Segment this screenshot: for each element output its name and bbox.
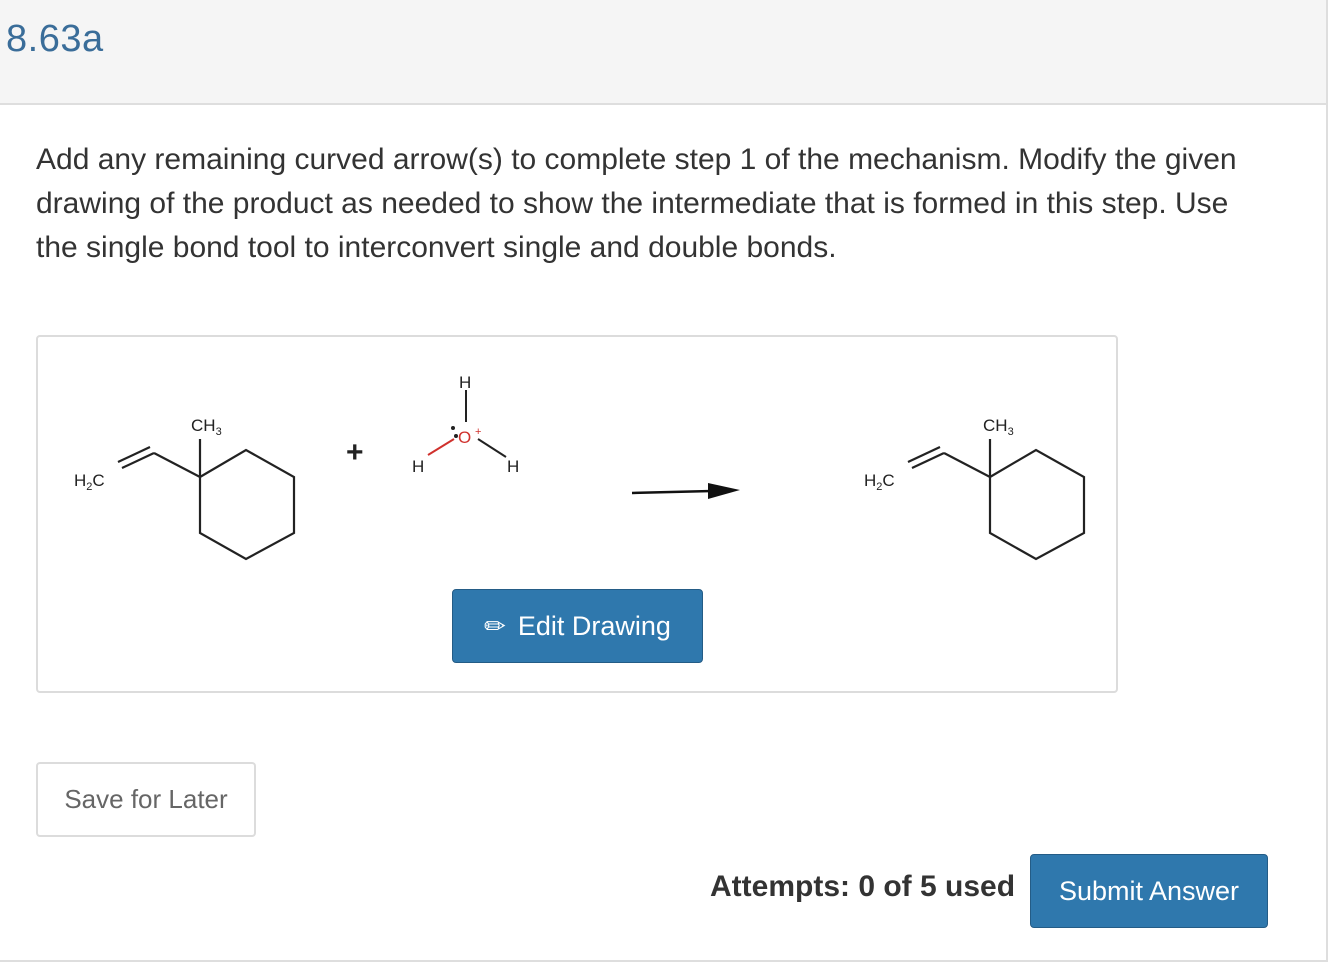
reaction-arrow-head [708,483,740,499]
reactant-double-bond-a [121,452,155,469]
hydronium-ion: H H H O + [412,373,519,476]
product-double-bond-b [907,446,941,463]
product-molecule [907,439,1086,561]
pencil-icon: ✏ [484,611,506,641]
edit-drawing-label: Edit Drawing [517,610,671,641]
question-id: 8.63a [6,18,104,60]
reactant-cyclohexane-ring [198,448,296,561]
lone-pair-dot [451,426,455,430]
hydronium-bond-right [477,438,507,458]
question-header: 8.63a [0,0,1326,105]
reactant-double-bond-b [117,446,151,463]
attempts-counter: Attempts: 0 of 5 used [710,870,1016,903]
reaction-arrow [631,483,740,499]
hydronium-oxygen: O [458,428,471,447]
reactant-methyl-label: CH3 [191,416,222,438]
plus-sign: + [346,436,364,469]
hydronium-charge: + [475,426,481,438]
product-methyl-label: CH3 [983,416,1014,438]
reaction-arrow-shaft [631,489,713,495]
hydronium-bond-left [427,438,455,456]
submit-answer-button[interactable]: Submit Answer [1030,854,1268,928]
hydronium-h-right: H [507,457,519,476]
reactant-molecule [117,439,296,561]
question-prompt: Add any remaining curved arrow(s) to com… [36,143,1237,264]
reactant-alkene-bond [153,452,201,478]
product-vinyl-label: H2C [864,471,895,493]
save-for-later-button[interactable]: Save for Later [36,762,256,837]
page-border-right [1326,0,1328,962]
page-border-bottom [0,960,1328,962]
product-cyclohexane-ring [988,448,1086,561]
hydronium-h-left: H [412,457,424,476]
product-alkene-bond [943,452,991,478]
hydronium-h-top: H [459,373,471,392]
question-page: 8.63a Add any remaining curved arrow(s) … [0,0,1338,964]
product-double-bond-a [911,452,945,469]
reactant-vinyl-label: H2C [74,471,105,493]
edit-drawing-button[interactable]: ✏ Edit Drawing [452,589,703,663]
